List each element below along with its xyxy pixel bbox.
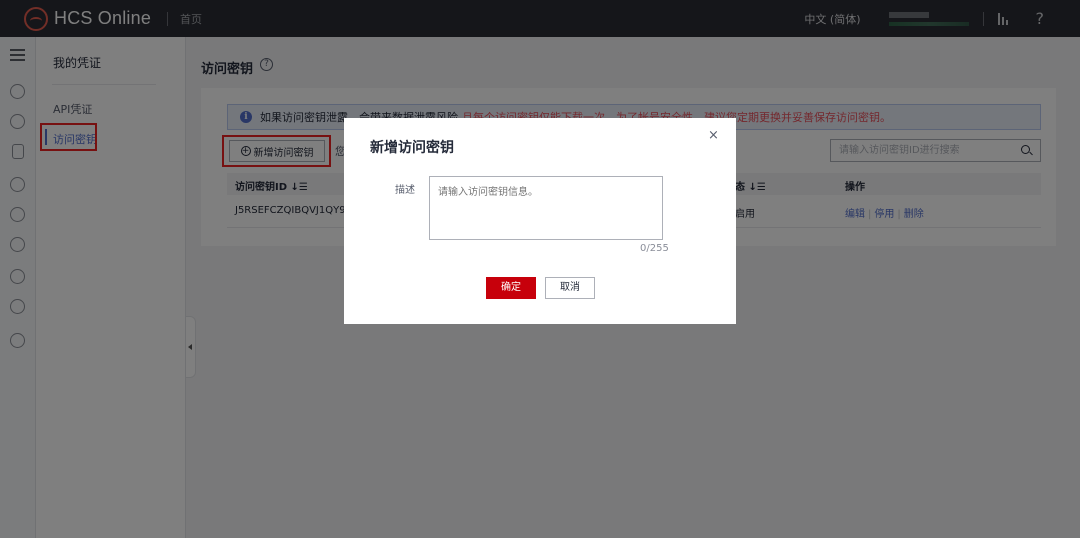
dialog-title: 新增访问密钥 (370, 140, 454, 156)
character-counter: 0/255 (640, 243, 669, 254)
add-access-key-dialog: 新增访问密钥 × 描述 0/255 确定 取消 (344, 118, 736, 324)
confirm-button[interactable]: 确定 (486, 277, 536, 299)
close-icon[interactable]: × (708, 128, 719, 143)
description-field[interactable] (429, 176, 663, 240)
description-label: 描述 (395, 185, 415, 196)
cancel-button[interactable]: 取消 (545, 277, 595, 299)
